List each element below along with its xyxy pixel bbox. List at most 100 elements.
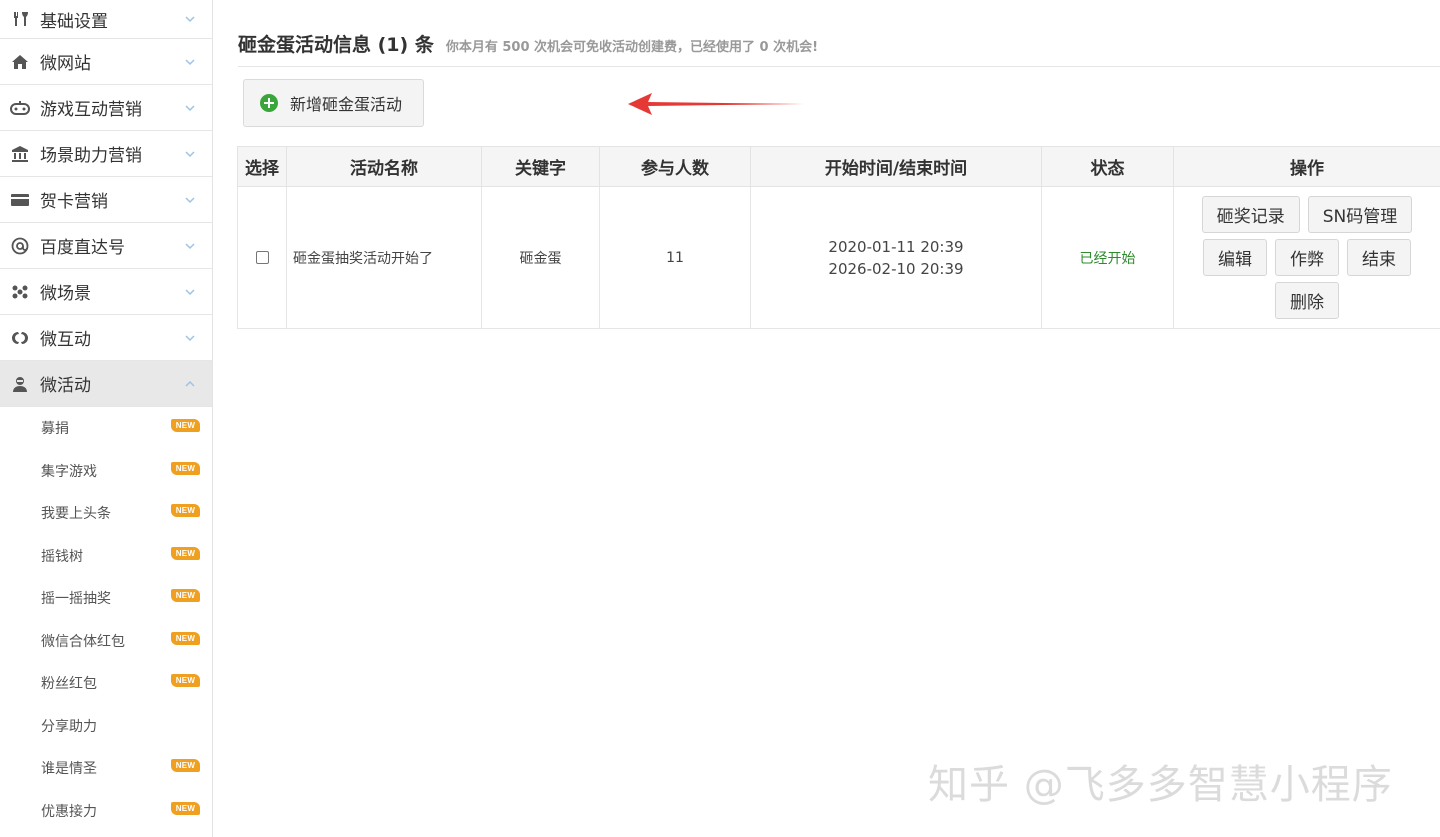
sub-item-label: 谁是情圣 (41, 761, 97, 778)
sub-item-label: 摇钱树 (41, 548, 83, 565)
sidebar: 基础设置 微网站 游戏互动营销 场景助力营销 贺卡营销 百度直达号 微场景 微互… (0, 0, 213, 837)
add-activity-label: 新增砸金蛋活动 (290, 95, 403, 114)
gamepad-icon (10, 98, 30, 118)
sub-item-label: 摇一摇抽奖 (41, 591, 111, 608)
sub-item-love-saint[interactable]: 谁是情圣 NEW (0, 747, 212, 790)
chevron-down-icon (185, 58, 195, 65)
sub-item-share-assist[interactable]: 分享助力 (0, 705, 212, 748)
sidebar-item-game-marketing[interactable]: 游戏互动营销 (0, 85, 212, 131)
sidebar-item-label: 贺卡营销 (40, 192, 108, 212)
sub-item-coupon-relay[interactable]: 优惠接力 NEW (0, 790, 212, 833)
column-header-select: 选择 (237, 146, 287, 187)
sidebar-item-scene-marketing[interactable]: 场景助力营销 (0, 131, 212, 177)
new-badge: NEW (171, 589, 200, 602)
sub-item-label: 优惠接力 (41, 803, 97, 820)
prize-records-button[interactable]: 砸奖记录 (1201, 196, 1300, 233)
activity-name-cell: 砸金蛋抽奖活动开始了 (286, 186, 482, 329)
new-badge: NEW (171, 759, 200, 772)
main-content: 砸金蛋活动信息 (1) 条 你本月有 500 次机会可免收活动创建费，已经使用了… (214, 0, 1440, 837)
participants-cell: 11 (599, 186, 751, 329)
sub-item-money-tree[interactable]: 摇钱树 NEW (0, 535, 212, 578)
chevron-down-icon (185, 104, 195, 111)
activity-icon (10, 374, 30, 394)
tools-icon (10, 9, 30, 29)
sidebar-item-micro-site[interactable]: 微网站 (0, 39, 212, 85)
home-icon (10, 52, 30, 72)
column-header-time: 开始时间/结束时间 (750, 146, 1042, 187)
sub-item-label: 我要上头条 (41, 506, 111, 523)
column-header-name: 活动名称 (286, 146, 482, 187)
chevron-down-icon (185, 16, 195, 23)
sidebar-item-basic-settings[interactable]: 基础设置 (0, 0, 212, 39)
select-cell (237, 186, 287, 329)
sub-item-word-game[interactable]: 集字游戏 NEW (0, 450, 212, 493)
new-badge: NEW (171, 631, 200, 645)
plus-circle-icon (260, 94, 278, 112)
sidebar-item-label: 微网站 (40, 54, 91, 74)
new-badge: NEW (171, 461, 200, 475)
end-time: 2026-02-10 20:39 (828, 259, 964, 278)
sidebar-item-greeting-card[interactable]: 贺卡营销 (0, 177, 212, 223)
at-icon (10, 236, 30, 256)
sidebar-item-label: 百度直达号 (40, 238, 125, 258)
new-badge: NEW (171, 801, 200, 815)
new-badge: NEW (171, 504, 200, 517)
add-activity-button[interactable]: 新增砸金蛋活动 (243, 79, 424, 127)
link-icon (10, 328, 30, 348)
sidebar-item-label: 微场景 (40, 284, 91, 304)
row-checkbox[interactable] (255, 251, 269, 264)
card-icon (10, 190, 30, 210)
chevron-up-icon (185, 380, 195, 387)
start-time: 2020-01-11 20:39 (828, 237, 964, 256)
sub-item-label: 粉丝红包 (41, 676, 97, 693)
chevron-down-icon (185, 334, 195, 341)
sidebar-item-micro-scene[interactable]: 微场景 (0, 269, 212, 315)
sidebar-item-label: 微互动 (40, 330, 91, 350)
new-badge: NEW (171, 674, 200, 687)
cheat-button[interactable]: 作弊 (1275, 239, 1339, 276)
action-buttons: 砸奖记录 SN码管理 编辑 作弊 结束 删除 (1174, 196, 1440, 319)
sub-item-fans-red-packet[interactable]: 粉丝红包 NEW (0, 662, 212, 705)
table-row: 砸金蛋抽奖活动开始了 砸金蛋 11 2020-01-11 20:39 2026-… (237, 186, 1440, 329)
page-header: 砸金蛋活动信息 (1) 条 你本月有 500 次机会可免收活动创建费，已经使用了… (238, 30, 1440, 67)
sidebar-item-label: 场景助力营销 (40, 146, 142, 166)
sidebar-item-label: 微活动 (40, 376, 91, 396)
sub-item-shake-lottery[interactable]: 摇一摇抽奖 NEW (0, 577, 212, 620)
new-badge: NEW (171, 419, 200, 432)
bank-icon (10, 144, 30, 164)
column-header-keyword: 关键字 (481, 146, 600, 187)
sidebar-item-label: 基础设置 (40, 11, 108, 32)
sidebar-item-micro-interaction[interactable]: 微互动 (0, 315, 212, 361)
activity-table: 选择 活动名称 关键字 参与人数 开始时间/结束时间 状态 操作 砸金蛋抽奖活动… (237, 146, 1440, 329)
sub-item-group-red-packet[interactable]: 微信合体红包 NEW (0, 620, 212, 663)
column-header-actions: 操作 (1173, 146, 1440, 187)
red-arrow-annotation (628, 93, 804, 115)
sub-item-headline[interactable]: 我要上头条 NEW (0, 492, 212, 535)
table-header-row: 选择 活动名称 关键字 参与人数 开始时间/结束时间 状态 操作 (237, 146, 1440, 187)
watermark: 知乎 @飞多多智慧小程序 (928, 762, 1393, 808)
sidebar-item-label: 游戏互动营销 (40, 100, 142, 120)
keyword-cell: 砸金蛋 (481, 186, 600, 329)
chevron-down-icon (185, 242, 195, 249)
edit-button[interactable]: 编辑 (1203, 239, 1267, 276)
sidebar-item-micro-activity[interactable]: 微活动 (0, 361, 212, 407)
status-cell: 已经开始 (1041, 186, 1174, 329)
end-button[interactable]: 结束 (1347, 239, 1411, 276)
chevron-down-icon (185, 150, 195, 157)
delete-button[interactable]: 删除 (1275, 282, 1339, 319)
dots-icon (10, 282, 30, 302)
new-badge: NEW (171, 546, 200, 560)
chevron-down-icon (185, 196, 195, 203)
sub-item-label: 募捐 (41, 421, 69, 438)
sidebar-item-baidu-direct[interactable]: 百度直达号 (0, 223, 212, 269)
time-cell: 2020-01-11 20:39 2026-02-10 20:39 (750, 186, 1042, 329)
column-header-status: 状态 (1041, 146, 1174, 187)
column-header-participants: 参与人数 (599, 146, 751, 187)
sub-item-label: 分享助力 (41, 718, 97, 735)
actions-cell: 砸奖记录 SN码管理 编辑 作弊 结束 删除 (1173, 186, 1440, 329)
sn-code-manage-button[interactable]: SN码管理 (1307, 196, 1413, 233)
quota-hint: 你本月有 500 次机会可免收活动创建费，已经使用了 0 次机会! (445, 40, 819, 55)
sub-item-label: 微信合体红包 (41, 633, 125, 650)
page-title: 砸金蛋活动信息 (1) 条 (238, 34, 434, 56)
sub-item-donation[interactable]: 募捐 NEW (0, 407, 212, 450)
